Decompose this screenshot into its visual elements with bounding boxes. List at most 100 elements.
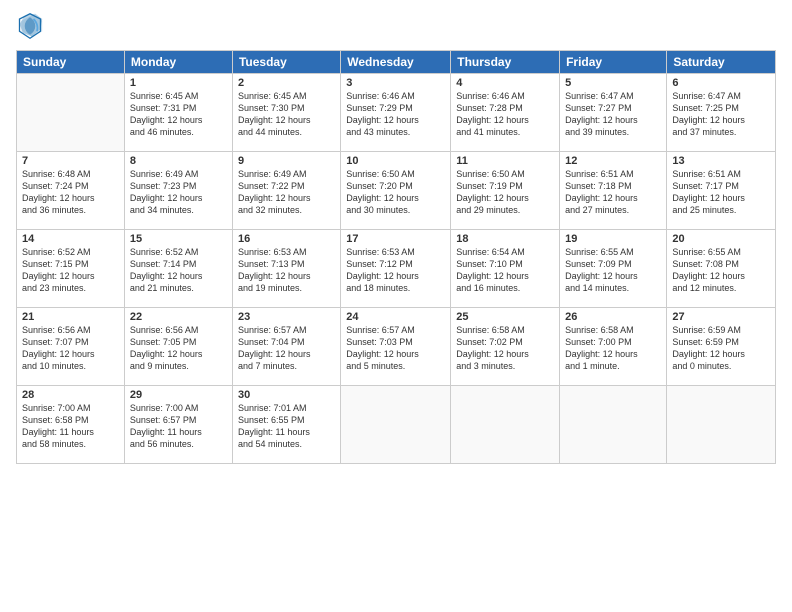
calendar-cell: 12Sunrise: 6:51 AM Sunset: 7:18 PM Dayli… (560, 152, 667, 230)
col-header-thursday: Thursday (451, 51, 560, 74)
calendar-week-4: 21Sunrise: 6:56 AM Sunset: 7:07 PM Dayli… (17, 308, 776, 386)
day-number: 12 (565, 155, 661, 167)
calendar-cell (17, 74, 125, 152)
calendar-cell (451, 386, 560, 464)
calendar-cell (560, 386, 667, 464)
cell-info: Sunrise: 6:49 AM Sunset: 7:23 PM Dayligh… (130, 168, 227, 217)
col-header-friday: Friday (560, 51, 667, 74)
calendar-cell: 18Sunrise: 6:54 AM Sunset: 7:10 PM Dayli… (451, 230, 560, 308)
calendar-cell: 9Sunrise: 6:49 AM Sunset: 7:22 PM Daylig… (232, 152, 340, 230)
cell-info: Sunrise: 6:58 AM Sunset: 7:00 PM Dayligh… (565, 324, 661, 373)
day-number: 19 (565, 233, 661, 245)
page: SundayMondayTuesdayWednesdayThursdayFrid… (0, 0, 792, 612)
cell-info: Sunrise: 6:56 AM Sunset: 7:05 PM Dayligh… (130, 324, 227, 373)
day-number: 11 (456, 155, 554, 167)
cell-info: Sunrise: 6:52 AM Sunset: 7:14 PM Dayligh… (130, 246, 227, 295)
calendar-cell: 1Sunrise: 6:45 AM Sunset: 7:31 PM Daylig… (124, 74, 232, 152)
calendar-cell: 15Sunrise: 6:52 AM Sunset: 7:14 PM Dayli… (124, 230, 232, 308)
cell-info: Sunrise: 6:59 AM Sunset: 6:59 PM Dayligh… (672, 324, 770, 373)
cell-info: Sunrise: 6:52 AM Sunset: 7:15 PM Dayligh… (22, 246, 119, 295)
day-number: 3 (346, 77, 445, 89)
day-number: 2 (238, 77, 335, 89)
calendar-cell: 26Sunrise: 6:58 AM Sunset: 7:00 PM Dayli… (560, 308, 667, 386)
day-number: 25 (456, 311, 554, 323)
calendar: SundayMondayTuesdayWednesdayThursdayFrid… (16, 50, 776, 464)
cell-info: Sunrise: 6:47 AM Sunset: 7:25 PM Dayligh… (672, 90, 770, 139)
day-number: 1 (130, 77, 227, 89)
calendar-week-5: 28Sunrise: 7:00 AM Sunset: 6:58 PM Dayli… (17, 386, 776, 464)
col-header-tuesday: Tuesday (232, 51, 340, 74)
day-number: 9 (238, 155, 335, 167)
calendar-cell: 19Sunrise: 6:55 AM Sunset: 7:09 PM Dayli… (560, 230, 667, 308)
calendar-cell: 20Sunrise: 6:55 AM Sunset: 7:08 PM Dayli… (667, 230, 776, 308)
col-header-saturday: Saturday (667, 51, 776, 74)
calendar-cell: 5Sunrise: 6:47 AM Sunset: 7:27 PM Daylig… (560, 74, 667, 152)
day-number: 30 (238, 389, 335, 401)
day-number: 22 (130, 311, 227, 323)
calendar-cell: 6Sunrise: 6:47 AM Sunset: 7:25 PM Daylig… (667, 74, 776, 152)
calendar-cell: 27Sunrise: 6:59 AM Sunset: 6:59 PM Dayli… (667, 308, 776, 386)
day-number: 28 (22, 389, 119, 401)
calendar-header-row: SundayMondayTuesdayWednesdayThursdayFrid… (17, 51, 776, 74)
col-header-monday: Monday (124, 51, 232, 74)
day-number: 13 (672, 155, 770, 167)
calendar-week-2: 7Sunrise: 6:48 AM Sunset: 7:24 PM Daylig… (17, 152, 776, 230)
cell-info: Sunrise: 6:51 AM Sunset: 7:17 PM Dayligh… (672, 168, 770, 217)
day-number: 8 (130, 155, 227, 167)
cell-info: Sunrise: 6:45 AM Sunset: 7:30 PM Dayligh… (238, 90, 335, 139)
calendar-week-1: 1Sunrise: 6:45 AM Sunset: 7:31 PM Daylig… (17, 74, 776, 152)
calendar-cell: 14Sunrise: 6:52 AM Sunset: 7:15 PM Dayli… (17, 230, 125, 308)
day-number: 21 (22, 311, 119, 323)
calendar-cell: 25Sunrise: 6:58 AM Sunset: 7:02 PM Dayli… (451, 308, 560, 386)
day-number: 6 (672, 77, 770, 89)
calendar-cell: 13Sunrise: 6:51 AM Sunset: 7:17 PM Dayli… (667, 152, 776, 230)
day-number: 29 (130, 389, 227, 401)
cell-info: Sunrise: 6:57 AM Sunset: 7:03 PM Dayligh… (346, 324, 445, 373)
calendar-cell: 8Sunrise: 6:49 AM Sunset: 7:23 PM Daylig… (124, 152, 232, 230)
calendar-cell: 30Sunrise: 7:01 AM Sunset: 6:55 PM Dayli… (232, 386, 340, 464)
cell-info: Sunrise: 6:46 AM Sunset: 7:29 PM Dayligh… (346, 90, 445, 139)
day-number: 10 (346, 155, 445, 167)
calendar-cell: 10Sunrise: 6:50 AM Sunset: 7:20 PM Dayli… (341, 152, 451, 230)
calendar-cell: 2Sunrise: 6:45 AM Sunset: 7:30 PM Daylig… (232, 74, 340, 152)
cell-info: Sunrise: 6:47 AM Sunset: 7:27 PM Dayligh… (565, 90, 661, 139)
cell-info: Sunrise: 6:58 AM Sunset: 7:02 PM Dayligh… (456, 324, 554, 373)
calendar-week-3: 14Sunrise: 6:52 AM Sunset: 7:15 PM Dayli… (17, 230, 776, 308)
header (16, 12, 776, 40)
calendar-cell: 29Sunrise: 7:00 AM Sunset: 6:57 PM Dayli… (124, 386, 232, 464)
logo-icon (16, 12, 44, 40)
cell-info: Sunrise: 6:55 AM Sunset: 7:08 PM Dayligh… (672, 246, 770, 295)
col-header-wednesday: Wednesday (341, 51, 451, 74)
day-number: 24 (346, 311, 445, 323)
day-number: 16 (238, 233, 335, 245)
calendar-cell: 16Sunrise: 6:53 AM Sunset: 7:13 PM Dayli… (232, 230, 340, 308)
calendar-cell (667, 386, 776, 464)
cell-info: Sunrise: 7:01 AM Sunset: 6:55 PM Dayligh… (238, 402, 335, 451)
day-number: 23 (238, 311, 335, 323)
calendar-cell: 28Sunrise: 7:00 AM Sunset: 6:58 PM Dayli… (17, 386, 125, 464)
cell-info: Sunrise: 6:56 AM Sunset: 7:07 PM Dayligh… (22, 324, 119, 373)
day-number: 14 (22, 233, 119, 245)
cell-info: Sunrise: 7:00 AM Sunset: 6:57 PM Dayligh… (130, 402, 227, 451)
day-number: 4 (456, 77, 554, 89)
day-number: 18 (456, 233, 554, 245)
day-number: 7 (22, 155, 119, 167)
cell-info: Sunrise: 6:53 AM Sunset: 7:12 PM Dayligh… (346, 246, 445, 295)
calendar-cell: 23Sunrise: 6:57 AM Sunset: 7:04 PM Dayli… (232, 308, 340, 386)
logo (16, 12, 48, 40)
calendar-cell: 21Sunrise: 6:56 AM Sunset: 7:07 PM Dayli… (17, 308, 125, 386)
cell-info: Sunrise: 6:45 AM Sunset: 7:31 PM Dayligh… (130, 90, 227, 139)
cell-info: Sunrise: 6:54 AM Sunset: 7:10 PM Dayligh… (456, 246, 554, 295)
calendar-cell: 24Sunrise: 6:57 AM Sunset: 7:03 PM Dayli… (341, 308, 451, 386)
cell-info: Sunrise: 6:50 AM Sunset: 7:20 PM Dayligh… (346, 168, 445, 217)
cell-info: Sunrise: 6:55 AM Sunset: 7:09 PM Dayligh… (565, 246, 661, 295)
calendar-cell: 17Sunrise: 6:53 AM Sunset: 7:12 PM Dayli… (341, 230, 451, 308)
day-number: 26 (565, 311, 661, 323)
calendar-cell: 7Sunrise: 6:48 AM Sunset: 7:24 PM Daylig… (17, 152, 125, 230)
cell-info: Sunrise: 6:51 AM Sunset: 7:18 PM Dayligh… (565, 168, 661, 217)
calendar-cell: 3Sunrise: 6:46 AM Sunset: 7:29 PM Daylig… (341, 74, 451, 152)
cell-info: Sunrise: 6:50 AM Sunset: 7:19 PM Dayligh… (456, 168, 554, 217)
day-number: 5 (565, 77, 661, 89)
day-number: 15 (130, 233, 227, 245)
cell-info: Sunrise: 6:49 AM Sunset: 7:22 PM Dayligh… (238, 168, 335, 217)
